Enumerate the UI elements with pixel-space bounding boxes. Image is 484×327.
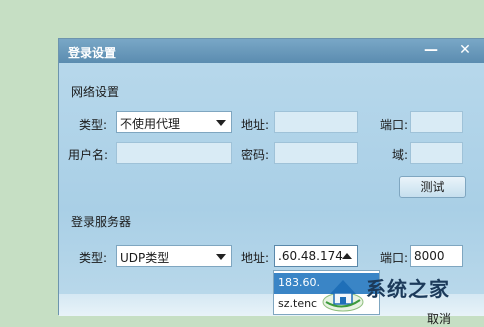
server-type-select[interactable]: UDP类型 (116, 245, 232, 267)
network-section-title: 网络设置 (71, 85, 120, 99)
proxy-type-value: 不使用代理 (120, 117, 181, 131)
proxy-port-input[interactable] (410, 111, 463, 133)
cancel-button[interactable]: 取消 (427, 310, 451, 327)
proxy-address-label: 地址: (241, 118, 270, 132)
close-button[interactable]: ✕ (455, 42, 475, 58)
watermark-text: 系统之家 (366, 277, 450, 301)
server-port-input[interactable]: 8000 (410, 245, 463, 267)
server-type-label: 类型: (79, 251, 108, 265)
chevron-down-icon (216, 254, 226, 260)
server-address-combo[interactable]: .60.48.174 (274, 245, 358, 267)
minimize-button[interactable]: — (421, 42, 441, 58)
server-port-label: 端口: (380, 251, 409, 265)
dialog-title: 登录设置 (68, 46, 117, 60)
domain-input[interactable] (410, 142, 463, 164)
password-label: 密码: (241, 148, 270, 162)
proxy-type-select[interactable]: 不使用代理 (116, 111, 232, 133)
proxy-address-input[interactable] (274, 111, 358, 133)
server-section-title: 登录服务器 (71, 215, 132, 229)
chevron-up-icon (342, 253, 352, 259)
proxy-type-label: 类型: (79, 118, 108, 132)
password-input[interactable] (274, 142, 358, 164)
server-port-value: 8000 (414, 249, 445, 263)
domain-label: 域: (392, 148, 409, 162)
title-bar[interactable]: 登录设置 — ✕ (59, 39, 484, 63)
server-address-value: .60.48.174 (278, 249, 343, 263)
chevron-down-icon (216, 120, 226, 126)
test-button[interactable]: 测试 (399, 176, 466, 198)
server-type-value: UDP类型 (120, 251, 170, 265)
house-logo-icon (322, 280, 364, 312)
proxy-port-label: 端口: (380, 118, 409, 132)
server-address-label: 地址: (241, 251, 270, 265)
username-label: 用户名: (68, 148, 109, 162)
username-input[interactable] (116, 142, 232, 164)
